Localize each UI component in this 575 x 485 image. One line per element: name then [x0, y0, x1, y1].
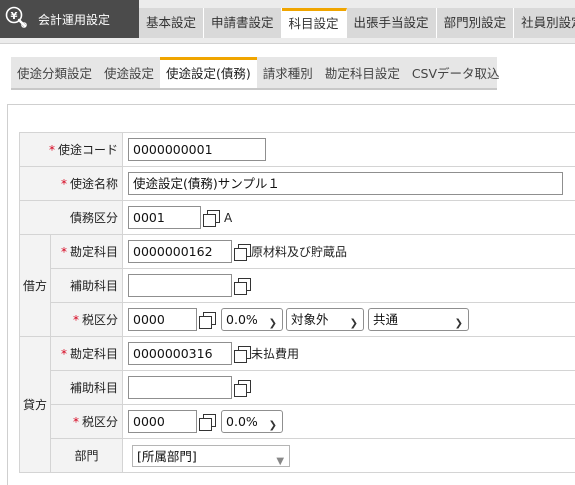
row-debit-sub-account: 補助科目 [20, 268, 575, 303]
usage-name-input[interactable]: 使途設定(債務)サンプル１ [128, 172, 564, 195]
row-debit-tax: * 税区分 0000 0.0% ❯ 対象外 ❯ 共通 ❯ [20, 302, 575, 337]
chevron-down-icon: ❯ [268, 420, 278, 431]
debt-class-display: A [224, 210, 233, 225]
debit-sub-account-label: 補助科目 [49, 268, 124, 303]
lookup-icon[interactable] [234, 243, 252, 261]
subtab-csv-import[interactable]: CSVデータ取込 [406, 57, 506, 88]
usage-code-input[interactable]: 0000000001 [128, 138, 267, 161]
lookup-icon[interactable] [234, 379, 252, 397]
row-credit-sub-account: 補助科目 [20, 370, 575, 405]
row-credit-department: 部門 [所属部門] ▼ [20, 438, 575, 473]
top-header: ¥ 会計運用設定 基本設定 申請書設定 科目設定 出張手当設定 部門別設定 社員… [0, 0, 575, 44]
lookup-icon[interactable] [199, 413, 217, 431]
subtab-usage[interactable]: 使途設定 [98, 57, 160, 88]
row-credit-account: 貸方 * 勘定科目 0000000316 未払費用 [19, 336, 575, 473]
svg-text:¥: ¥ [11, 11, 18, 22]
content-panel: * 使途コード 0000000001 * 使途名称 使途設定(債務)サンプル１ 債務… [7, 104, 575, 485]
main-tabs: 基本設定 申請書設定 科目設定 出張手当設定 部門別設定 社員別設定 [139, 8, 575, 38]
debit-tax-input[interactable]: 0000 [128, 308, 198, 331]
credit-sub-account-label: 補助科目 [49, 370, 124, 405]
app-title: 会計運用設定 [38, 13, 111, 27]
row-usage-name: * 使途名称 使途設定(債務)サンプル１ [18, 166, 575, 201]
required-mark: * [73, 313, 79, 327]
tab-employee-settings[interactable]: 社員別設定 [514, 8, 575, 38]
debit-account-display: 原材料及び貯蔵品 [251, 245, 348, 259]
debt-class-label: 債務区分 [18, 200, 124, 235]
credit-group-label: 貸方 [19, 336, 51, 473]
lookup-icon[interactable] [234, 345, 252, 363]
credit-tax-rate-select[interactable]: 0.0% ❯ [221, 410, 284, 433]
credit-tax-label: * 税区分 [49, 404, 124, 439]
chevron-down-icon: ❯ [349, 318, 359, 329]
tab-travel-allowance-settings[interactable]: 出張手当設定 [346, 8, 437, 38]
debit-sub-account-input[interactable] [128, 274, 233, 297]
debit-account-input[interactable]: 0000000162 [128, 240, 233, 263]
tab-basic-settings[interactable]: 基本設定 [139, 8, 205, 38]
usage-name-label: * 使途名称 [18, 166, 124, 201]
required-mark: * [61, 245, 67, 259]
tab-application-settings[interactable]: 申請書設定 [204, 8, 282, 38]
debit-tax-scope-select[interactable]: 共通 ❯ [368, 308, 470, 331]
subtab-account-item-settings[interactable]: 勘定科目設定 [319, 57, 406, 88]
credit-account-label: * 勘定科目 [49, 336, 124, 371]
credit-tax-input[interactable]: 0000 [128, 410, 198, 433]
row-credit-tax: * 税区分 0000 0.0% ❯ [20, 404, 575, 439]
usage-code-label: * 使途コード [18, 132, 124, 167]
usage-form: * 使途コード 0000000001 * 使途名称 使途設定(債務)サンプル１ 債務… [18, 132, 575, 473]
debit-tax-rate-select[interactable]: 0.0% ❯ [221, 308, 284, 331]
credit-department-select[interactable]: [所属部門] ▼ [132, 444, 291, 467]
debit-tax-type-select[interactable]: 対象外 ❯ [286, 308, 365, 331]
row-usage-code: * 使途コード 0000000001 [18, 132, 575, 167]
debit-group-label: 借方 [19, 234, 51, 337]
credit-department-label: 部門 [49, 438, 124, 473]
tab-account-settings[interactable]: 科目設定 [281, 8, 347, 38]
tab-department-settings[interactable]: 部門別設定 [436, 8, 515, 38]
row-debit-account: 借方 * 勘定科目 0000000162 原材料及び貯蔵品 [19, 234, 575, 337]
debit-account-label: * 勘定科目 [49, 234, 124, 269]
triangle-down-icon: ▼ [276, 455, 285, 467]
subtab-usage-debt[interactable]: 使途設定(債務) [160, 57, 257, 88]
required-mark: * [61, 177, 67, 191]
subtab-billing-type[interactable]: 請求種別 [257, 57, 319, 88]
subtab-usage-category[interactable]: 使途分類設定 [11, 57, 98, 88]
lookup-icon[interactable] [234, 277, 252, 295]
app-title-box: ¥ 会計運用設定 [0, 0, 139, 38]
required-mark: * [61, 347, 67, 361]
required-mark: * [73, 415, 79, 429]
lookup-icon[interactable] [203, 209, 221, 227]
credit-sub-account-input[interactable] [128, 376, 233, 399]
debit-tax-label: * 税区分 [49, 302, 124, 337]
required-mark: * [49, 143, 55, 157]
lookup-icon[interactable] [199, 311, 217, 329]
sub-tab-bar: 使途分類設定 使途設定 使途設定(債務) 請求種別 勘定科目設定 CSVデータ取… [11, 57, 500, 90]
chevron-down-icon: ❯ [454, 318, 464, 329]
accounting-settings-icon: ¥ [5, 6, 27, 28]
chevron-down-icon: ❯ [268, 318, 278, 329]
row-debt-class: 債務区分 0001 A [18, 200, 575, 235]
credit-account-input[interactable]: 0000000316 [128, 342, 233, 365]
debt-class-input[interactable]: 0001 [128, 206, 202, 229]
credit-account-display: 未払費用 [251, 347, 300, 361]
